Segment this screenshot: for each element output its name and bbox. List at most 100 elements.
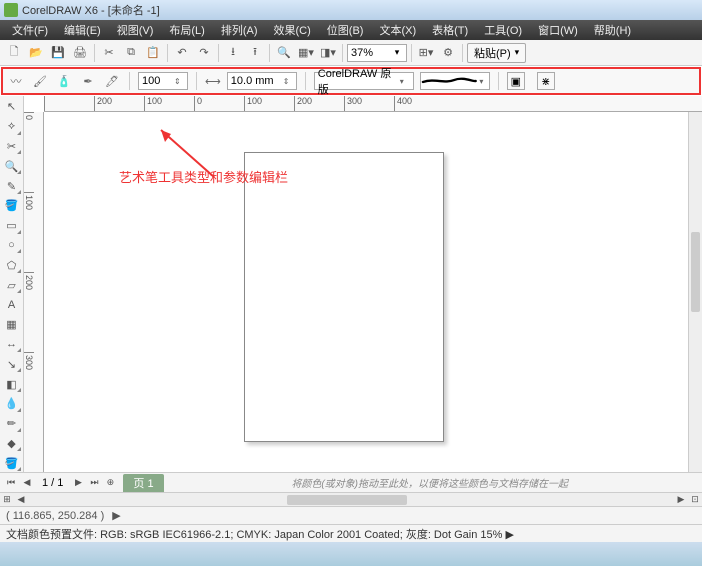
smoothing-input[interactable]: 100 ⇕: [138, 72, 188, 90]
menu-edit[interactable]: 编辑(E): [56, 20, 109, 40]
paste-icon[interactable]: 📋: [143, 43, 163, 63]
menu-layout[interactable]: 布局(L): [161, 20, 212, 40]
crop-tool-icon[interactable]: ✂: [2, 138, 22, 156]
separator: [269, 44, 270, 62]
redo-icon[interactable]: ↷: [194, 43, 214, 63]
outline-tool-icon[interactable]: ✏: [2, 415, 22, 433]
search-icon[interactable]: 🔍: [274, 43, 294, 63]
prev-page-icon[interactable]: ◀: [20, 476, 34, 490]
brush-stroke-preview[interactable]: ▾: [420, 72, 490, 90]
save-icon[interactable]: 💾: [48, 43, 68, 63]
undo-icon[interactable]: ↶: [172, 43, 192, 63]
color-profile-bar: 文档颜色预置文件: RGB: sRGB IEC61966-2.1; CMYK: …: [0, 524, 702, 542]
calligraphic-icon[interactable]: ✒: [79, 72, 97, 90]
zoom-level-combo[interactable]: 37% ▾: [347, 44, 407, 62]
open-icon[interactable]: 📂: [26, 43, 46, 63]
app-launcher-icon[interactable]: ▦▾: [296, 43, 316, 63]
next-page-icon[interactable]: ▶: [71, 476, 85, 490]
spinner-icon: ⇕: [283, 77, 293, 86]
ruler-tick: 300: [24, 352, 34, 392]
preset-brush-icon[interactable]: 〰: [7, 72, 25, 90]
drawing-canvas[interactable]: 艺术笔工具类型和参数编辑栏: [44, 112, 702, 472]
ruler-tick: 0: [24, 112, 34, 152]
menu-file[interactable]: 文件(F): [4, 20, 56, 40]
ruler-tick: 100: [244, 96, 294, 111]
standard-toolbar: 🗋 📂 💾 🖨 ✂ ⧉ 📋 ↶ ↷ ⭳ ⭱ 🔍 ▦▾ ◨▾ 37% ▾ ⊞▾ ⚙…: [0, 40, 702, 66]
scroll-right-icon[interactable]: ▶: [674, 494, 688, 506]
page-navigator: ⏮ ◀ 1 / 1 ▶ ⏭ ⊕ 页 1 将颜色(或对象)拖动至此处，以便将这些颜…: [0, 472, 702, 492]
vertical-scrollbar[interactable]: [688, 112, 702, 472]
preset-list-combo[interactable]: CorelDRAW 原版 ▾: [314, 72, 414, 90]
menu-arrange[interactable]: 排列(A): [213, 20, 266, 40]
ellipse-tool-icon[interactable]: ○: [2, 237, 22, 255]
paste-label: 粘贴(P): [474, 45, 511, 61]
vertical-ruler[interactable]: 0 100 200 300: [24, 112, 44, 472]
status-bar: ( 116.865, 250.284 ) ▶: [0, 506, 702, 524]
pressure-icon[interactable]: 🖊: [103, 72, 121, 90]
sprayer-icon[interactable]: 🧴: [55, 72, 73, 90]
scale-stroke-icon[interactable]: ⋇: [537, 72, 555, 90]
navigator-icon[interactable]: ⊡: [688, 494, 702, 506]
menu-effects[interactable]: 效果(C): [266, 20, 319, 40]
menu-tools[interactable]: 工具(O): [476, 20, 530, 40]
collapse-icon[interactable]: ⊞: [0, 494, 14, 506]
interactive-fill-icon[interactable]: 🪣: [2, 454, 22, 472]
stroke-width-input[interactable]: 10.0 mm ⇕: [227, 72, 297, 90]
zoom-tool-icon[interactable]: 🔍: [2, 157, 22, 175]
last-page-icon[interactable]: ⏭: [87, 476, 101, 490]
menu-help[interactable]: 帮助(H): [586, 20, 639, 40]
toolbox: ↖ ⟡ ✂ 🔍 ✎ 🪣 ▭ ○ ⬠ ▱ A ▦ ↔ ↘ ◧ 💧 ✏ ◆ 🪣: [0, 96, 24, 472]
separator: [305, 72, 306, 90]
menu-table[interactable]: 表格(T): [424, 20, 476, 40]
new-icon[interactable]: 🗋: [4, 43, 24, 63]
width-value: 10.0 mm: [231, 75, 283, 87]
table-tool-icon[interactable]: ▦: [2, 316, 22, 334]
ruler-tick: [44, 96, 94, 111]
separator: [498, 72, 499, 90]
options-icon[interactable]: ⚙: [438, 43, 458, 63]
print-icon[interactable]: 🖨: [70, 43, 90, 63]
copy-icon[interactable]: ⧉: [121, 43, 141, 63]
rectangle-tool-icon[interactable]: ▭: [2, 217, 22, 235]
horizontal-ruler[interactable]: 200 100 0 100 200 300 400: [44, 96, 702, 112]
separator: [342, 44, 343, 62]
snap-icon[interactable]: ⊞▾: [416, 43, 436, 63]
polygon-tool-icon[interactable]: ⬠: [2, 256, 22, 274]
import-icon[interactable]: ⭳: [223, 43, 243, 63]
add-page-icon[interactable]: ⊕: [103, 476, 117, 490]
page-tab[interactable]: 页 1: [123, 474, 163, 492]
pick-tool-icon[interactable]: ↖: [2, 98, 22, 116]
ruler-tick: 200: [94, 96, 144, 111]
scroll-left-icon[interactable]: ◀: [14, 494, 28, 506]
app-logo-icon: [4, 3, 18, 17]
menu-bitmap[interactable]: 位图(B): [319, 20, 372, 40]
color-profile-text: 文档颜色预置文件: RGB: sRGB IEC61966-2.1; CMYK: …: [6, 526, 514, 542]
bounding-box-icon[interactable]: ▣: [507, 72, 525, 90]
next-object-icon[interactable]: ▶: [112, 509, 120, 522]
scrollbar-thumb[interactable]: [691, 232, 700, 312]
basic-shapes-icon[interactable]: ▱: [2, 276, 22, 294]
ruler-tick: 100: [144, 96, 194, 111]
brush-icon[interactable]: 🖌: [31, 72, 49, 90]
shape-tool-icon[interactable]: ⟡: [2, 118, 22, 136]
preset-value: CorelDRAW 原版: [318, 65, 400, 97]
paste-button[interactable]: 粘贴(P) ▾: [467, 43, 526, 63]
smart-fill-icon[interactable]: 🪣: [2, 197, 22, 215]
menu-view[interactable]: 视图(V): [109, 20, 162, 40]
connector-tool-icon[interactable]: ↘: [2, 355, 22, 373]
export-icon[interactable]: ⭱: [245, 43, 265, 63]
dimension-tool-icon[interactable]: ↔: [2, 336, 22, 354]
text-tool-icon[interactable]: A: [2, 296, 22, 314]
freehand-tool-icon[interactable]: ✎: [2, 177, 22, 195]
welcome-icon[interactable]: ◨▾: [318, 43, 338, 63]
menu-window[interactable]: 窗口(W): [530, 20, 586, 40]
interactive-tool-icon[interactable]: ◧: [2, 375, 22, 393]
menu-text[interactable]: 文本(X): [371, 20, 424, 40]
scrollbar-thumb[interactable]: [287, 495, 407, 505]
eyedropper-icon[interactable]: 💧: [2, 395, 22, 413]
horizontal-scrollbar[interactable]: [30, 495, 672, 505]
first-page-icon[interactable]: ⏮: [4, 476, 18, 490]
fill-tool-icon[interactable]: ◆: [2, 435, 22, 453]
ruler-tick: 200: [294, 96, 344, 111]
cut-icon[interactable]: ✂: [99, 43, 119, 63]
